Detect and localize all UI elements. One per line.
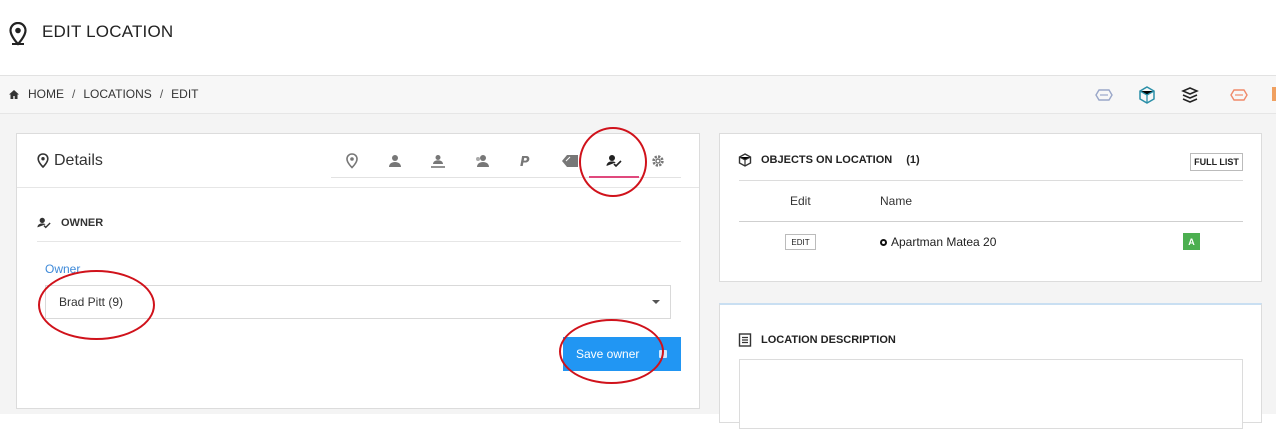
cube-icon (738, 153, 752, 167)
breadcrumb-bar: HOME / LOCATIONS / EDIT (0, 76, 1276, 114)
owner-section-title: OWNER (37, 216, 103, 230)
details-title: Details (54, 152, 103, 169)
annotation-circle-save-button (559, 319, 664, 384)
breadcrumb-home[interactable]: HOME (28, 87, 64, 101)
overflow-edge (1272, 87, 1276, 101)
objects-count: (1) (906, 154, 920, 166)
main-content: Details P OWNER Owner Brad Pitt (9) Save… (0, 114, 1276, 429)
description-textarea[interactable] (739, 359, 1243, 429)
page-title: EDIT LOCATION (42, 22, 174, 41)
tab-paypal-icon[interactable]: P (515, 150, 537, 172)
svg-text:P: P (520, 155, 530, 168)
tab-tag-icon[interactable] (559, 150, 581, 172)
breadcrumb: HOME / LOCATIONS / EDIT (8, 87, 199, 101)
table-header-divider (739, 221, 1243, 222)
tab-people-icon[interactable] (427, 150, 449, 172)
tab-location-icon[interactable] (341, 150, 363, 172)
location-pin-icon (37, 153, 49, 169)
breadcrumb-separator: / (72, 87, 76, 101)
tab-user-group-icon[interactable] (471, 150, 493, 172)
full-list-button[interactable]: FULL LIST (1190, 153, 1243, 171)
object-name: Apartman Matea 20 (891, 235, 997, 249)
column-header-edit: Edit (790, 194, 811, 208)
annotation-circle-owner-select (38, 270, 155, 340)
document-icon (738, 333, 752, 347)
layer-pink-icon[interactable] (1093, 84, 1115, 106)
owner-section-label: OWNER (61, 217, 104, 229)
location-pin-icon (8, 22, 28, 46)
breadcrumb-separator: / (159, 87, 164, 101)
cube-blue-icon[interactable] (1136, 84, 1158, 106)
edit-object-button[interactable]: EDIT (785, 234, 816, 250)
objects-header: OBJECTS ON LOCATION (1) (738, 153, 920, 167)
page-header: EDIT LOCATION (0, 0, 1276, 76)
owner-icon (37, 216, 51, 230)
table-row[interactable]: Apartman Matea 20 (880, 235, 996, 249)
description-header: LOCATION DESCRIPTION (738, 333, 896, 347)
column-header-name: Name (880, 194, 913, 208)
description-title: LOCATION DESCRIPTION (761, 334, 896, 346)
breadcrumb-edit: EDIT (171, 87, 199, 101)
annotation-circle-owner-tab (579, 127, 647, 197)
home-icon[interactable] (8, 89, 20, 100)
objects-panel: OBJECTS ON LOCATION (1) FULL LIST Edit N… (719, 133, 1262, 282)
tab-person-icon[interactable] (384, 150, 406, 172)
objects-title: OBJECTS ON LOCATION (761, 154, 893, 166)
layer-orange-icon[interactable] (1228, 84, 1250, 106)
circle-icon (880, 238, 887, 246)
layers-icon[interactable] (1179, 84, 1201, 106)
section-divider (37, 241, 681, 242)
details-panel: Details P OWNER Owner Brad Pitt (9) Save… (16, 127, 700, 409)
tab-gear-icon[interactable] (647, 150, 669, 172)
details-header: Details (37, 152, 103, 170)
description-panel: LOCATION DESCRIPTION (719, 303, 1262, 429)
status-badge: A (1183, 233, 1200, 250)
table-divider (739, 180, 1243, 181)
breadcrumb-locations[interactable]: LOCATIONS (83, 87, 151, 101)
chevron-down-icon (652, 300, 660, 304)
